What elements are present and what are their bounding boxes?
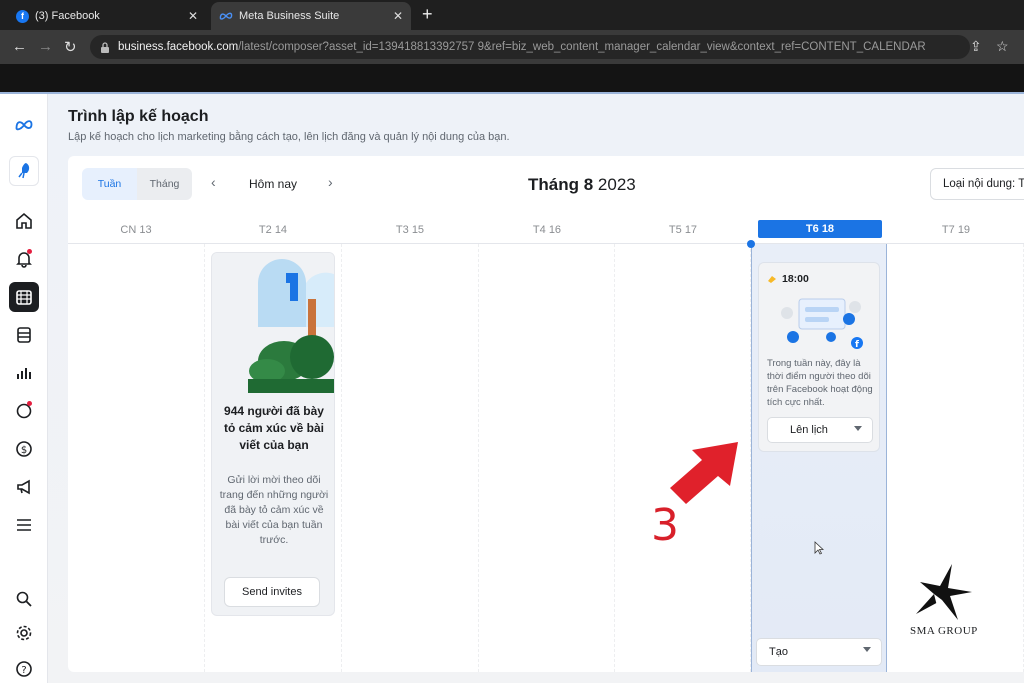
monetization-dollar-icon[interactable]: $ xyxy=(9,434,39,464)
calendar-toolbar: Tuần Tháng ‹ Hôm nay › Tháng 8 2023 Loại… xyxy=(68,156,1024,216)
planner-main: Trình lập kế hoạch Lập kế hoạch cho lịch… xyxy=(48,94,1024,683)
today-button[interactable]: Hôm nay xyxy=(249,177,297,191)
chevron-down-icon xyxy=(854,426,862,431)
insight-body: Gửi lời mời theo dõi trang đến những ngư… xyxy=(219,474,329,546)
url-path: /latest/composer?asset_id=13941881339275… xyxy=(238,41,926,53)
sma-group-logo xyxy=(916,564,972,620)
sma-group-watermark: SMA GROUP xyxy=(910,625,978,637)
view-toggle: Tuần Tháng xyxy=(82,168,192,200)
close-icon[interactable]: ✕ xyxy=(393,9,403,23)
share-icon[interactable]: ⇪ xyxy=(970,38,982,55)
svg-text:f: f xyxy=(855,340,859,349)
week-view-button[interactable]: Tuần xyxy=(82,168,137,200)
page-subtitle: Lập kế hoạch cho lịch marketing bằng các… xyxy=(68,131,510,143)
notifications-icon[interactable] xyxy=(9,244,39,274)
day-header: T3 15 xyxy=(395,224,425,236)
menu-icon[interactable] xyxy=(9,510,39,540)
meta-business-suite-app: $ ? Trình lập kế hoạch Lập kế hoạch cho … xyxy=(0,92,1024,683)
help-icon[interactable]: ? xyxy=(9,654,39,683)
lock-icon xyxy=(101,41,109,53)
back-icon[interactable]: ← xyxy=(12,38,27,55)
create-button-label: Tạo xyxy=(769,646,788,658)
browser-tab-bar: f (3) Facebook ✕ Meta Business Suite ✕ + xyxy=(0,0,1024,30)
new-tab-icon[interactable]: + xyxy=(422,4,433,25)
reload-icon[interactable]: ↻ xyxy=(64,38,77,56)
notification-dot xyxy=(27,249,32,254)
day-header: T4 16 xyxy=(532,224,562,236)
current-time-dot xyxy=(747,240,755,248)
tab-label: (3) Facebook xyxy=(35,10,100,22)
search-icon[interactable] xyxy=(9,584,39,614)
audience-illustration: f xyxy=(781,298,863,349)
tab-label: Meta Business Suite xyxy=(239,10,340,22)
next-week-icon[interactable]: › xyxy=(328,174,333,190)
day-header: T2 14 xyxy=(258,224,288,236)
day-header-selected[interactable]: T6 18 xyxy=(758,220,882,238)
address-bar-row: ← → ↻ business.facebook.com/latest/compo… xyxy=(0,30,1024,64)
day-header: T7 19 xyxy=(941,224,971,236)
send-invites-button[interactable]: Send invites xyxy=(224,577,320,607)
best-time-label: 18:00 xyxy=(782,273,809,285)
create-button[interactable]: Tạo xyxy=(756,638,882,666)
day-header-row: CN 13 T2 14 T3 15 T4 16 T5 17 T6 18 T7 1… xyxy=(68,216,1024,244)
month-view-button[interactable]: Tháng xyxy=(137,168,192,200)
planner-calendar-icon[interactable] xyxy=(9,282,39,312)
month-name: Tháng 8 xyxy=(528,175,594,194)
prev-week-icon[interactable]: ‹ xyxy=(211,174,216,190)
best-time-description: Trong tuần này, đây là thời điểm người t… xyxy=(767,358,873,408)
current-month: Tháng 8 2023 xyxy=(528,175,636,195)
ads-megaphone-icon[interactable] xyxy=(9,472,39,502)
settings-gear-icon[interactable] xyxy=(9,618,39,648)
forward-icon[interactable]: → xyxy=(38,38,53,55)
best-time: 18:00 xyxy=(767,273,809,285)
close-icon[interactable]: ✕ xyxy=(188,9,198,23)
facebook-icon: f xyxy=(16,9,29,23)
planner-calendar: Tuần Tháng ‹ Hôm nay › Tháng 8 2023 Loại… xyxy=(68,156,1024,672)
step-number: 3 xyxy=(651,500,679,551)
insights-bar-chart-icon[interactable] xyxy=(9,358,39,388)
page-title: Trình lập kế hoạch xyxy=(68,108,209,125)
left-navigation: $ ? xyxy=(0,94,48,683)
svg-text:$: $ xyxy=(21,445,27,456)
url-host: business.facebook.com xyxy=(118,41,239,53)
bookmark-star-icon[interactable]: ☆ xyxy=(996,38,1009,55)
day-column[interactable] xyxy=(68,244,205,672)
rocket-icon[interactable] xyxy=(9,156,39,186)
day-header: CN 13 xyxy=(120,224,152,236)
year: 2023 xyxy=(597,175,636,194)
meta-logo-icon[interactable] xyxy=(9,110,39,140)
mailbox-illustration xyxy=(212,253,334,393)
day-header: T5 17 xyxy=(668,224,698,236)
schedule-button[interactable]: Lên lịch xyxy=(767,417,873,443)
meta-icon xyxy=(219,12,233,20)
tab-facebook[interactable]: f (3) Facebook ✕ xyxy=(8,2,206,30)
notification-dot xyxy=(27,401,32,406)
day-column[interactable] xyxy=(479,244,615,672)
content-type-filter[interactable]: Loại nội dung: T xyxy=(930,168,1024,200)
svg-text:?: ? xyxy=(21,665,26,676)
insight-card: 944 người đã bày tỏ cảm xúc về bài viết … xyxy=(211,252,335,616)
schedule-button-label: Lên lịch xyxy=(790,424,828,436)
home-icon[interactable] xyxy=(9,206,39,236)
insight-headline: 944 người đã bày tỏ cảm xúc về bài viết … xyxy=(223,404,325,452)
inbox-icon[interactable] xyxy=(9,396,39,426)
chevron-down-icon xyxy=(863,647,871,652)
tab-meta-business-suite[interactable]: Meta Business Suite ✕ xyxy=(211,2,411,30)
sparkle-icon xyxy=(768,276,776,283)
bookmarks-area xyxy=(0,64,1024,92)
url-field[interactable]: business.facebook.com/latest/composer?as… xyxy=(90,35,970,59)
best-time-card: 18:00 f Trong tuần này, đây là thời điểm… xyxy=(758,262,880,452)
mouse-pointer-icon xyxy=(814,541,824,555)
content-icon[interactable] xyxy=(9,320,39,350)
day-column[interactable] xyxy=(342,244,479,672)
